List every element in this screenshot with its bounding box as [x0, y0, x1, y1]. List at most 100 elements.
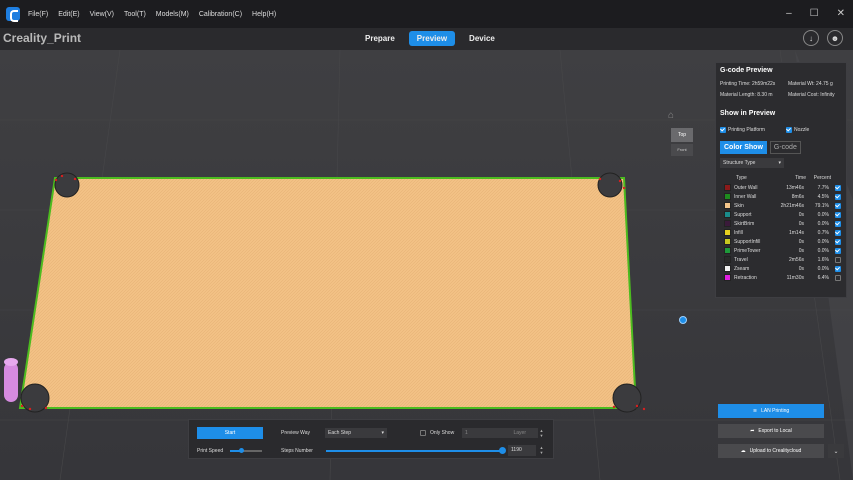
color-swatch[interactable] — [724, 220, 731, 227]
table-rows: Outer Wall 13m46s 7.7% Inner Wall 8m6s 4.5% Sk… — [720, 183, 844, 282]
type-time: 0s — [798, 220, 804, 227]
type-visibility — [829, 265, 843, 272]
export-local-button[interactable]: ➦ Export to Local — [718, 424, 824, 438]
type-percent: 7.7% — [817, 184, 829, 191]
type-percent: 0.0% — [817, 247, 829, 254]
menu-tool[interactable]: Tool(T) — [124, 11, 146, 18]
menu-view[interactable]: View(V) — [90, 11, 114, 18]
print-speed-handle[interactable] — [238, 448, 244, 453]
type-visibility — [829, 229, 843, 236]
printing-platform-label: Printing Platform — [728, 127, 765, 133]
type-name: Support — [734, 211, 752, 218]
type-percent: 1.6% — [817, 256, 829, 263]
color-swatch[interactable] — [724, 256, 731, 263]
type-checkbox[interactable] — [835, 256, 841, 263]
type-visibility — [829, 184, 843, 191]
menu-calibration[interactable]: Calibration(C) — [199, 11, 242, 18]
steps-handle[interactable] — [498, 447, 506, 454]
printing-platform-checkbox[interactable] — [720, 127, 726, 133]
layer-spinner[interactable]: ▲ ▼ — [538, 428, 545, 439]
type-checkbox[interactable] — [835, 211, 841, 218]
color-swatch[interactable] — [724, 202, 731, 209]
view-cube-top[interactable]: Top — [671, 128, 693, 142]
bed-corner-clip — [597, 172, 623, 198]
nozzle-option[interactable]: Nozzle — [786, 127, 809, 133]
color-swatch[interactable] — [724, 265, 731, 272]
menu-models[interactable]: Models(M) — [156, 11, 189, 18]
tab-preview[interactable]: Preview — [408, 31, 456, 46]
type-checkbox[interactable] — [835, 265, 841, 272]
tab-color-show[interactable]: Color Show — [720, 141, 767, 154]
type-checkbox[interactable] — [835, 184, 841, 191]
cloud-icon: ☁ — [740, 448, 746, 454]
type-checkbox[interactable] — [835, 220, 841, 227]
color-swatch[interactable] — [724, 184, 731, 191]
color-swatch[interactable] — [724, 247, 731, 254]
tab-device[interactable]: Device — [461, 31, 503, 46]
home-view-icon[interactable]: ⌂ — [668, 110, 674, 121]
type-checkbox[interactable] — [835, 229, 841, 236]
structure-type-value: Structure Type — [723, 160, 756, 166]
type-name: Outer Wall — [734, 184, 758, 191]
structure-type-select[interactable]: Structure Type ▾ — [720, 158, 784, 168]
type-percent: 4.5% — [817, 193, 829, 200]
table-row: Inner Wall 8m6s 4.5% — [720, 192, 844, 201]
title-bar: File(F) Edit(E) View(V) Tool(T) Models(M… — [0, 0, 853, 28]
preview-way-select[interactable]: Each Step ▾ — [325, 428, 387, 438]
download-icon[interactable]: ↓ — [803, 30, 819, 46]
gcode-preview-panel: G-code Preview Printing Time: 2h59m22s M… — [715, 62, 847, 298]
type-time: 2h21m46s — [780, 202, 804, 209]
wifi-icon: ≋ — [752, 408, 758, 414]
menu-help[interactable]: Help(H) — [252, 11, 276, 18]
chevron-down-icon: ▾ — [381, 430, 384, 436]
chevron-down-icon: ▾ — [778, 160, 781, 166]
only-show-layer-field[interactable]: 1 Layer — [462, 428, 538, 438]
color-swatch[interactable] — [724, 193, 731, 200]
type-checkbox[interactable] — [835, 274, 841, 281]
close-button[interactable]: ✕ — [837, 8, 845, 19]
printing-platform-option[interactable]: Printing Platform — [720, 127, 765, 133]
header-type: Type — [736, 175, 747, 181]
color-swatch[interactable] — [724, 238, 731, 245]
maximize-button[interactable]: ☐ — [810, 8, 819, 19]
steps-slider[interactable] — [326, 447, 506, 454]
structure-type-table: Type Time Percent Outer Wall 13m46s 7.7% In… — [720, 173, 844, 282]
type-percent: 0.0% — [817, 265, 829, 272]
color-swatch[interactable] — [724, 211, 731, 218]
steps-fill — [326, 450, 502, 452]
start-button[interactable]: Start — [197, 427, 263, 439]
color-swatch[interactable] — [724, 229, 731, 236]
tab-gcode[interactable]: G-code — [769, 141, 801, 154]
type-checkbox[interactable] — [835, 247, 841, 254]
print-speed-slider[interactable] — [230, 448, 262, 453]
tab-prepare[interactable]: Prepare — [357, 31, 403, 46]
menu-file[interactable]: File(F) — [28, 11, 48, 18]
nozzle-checkbox[interactable] — [786, 127, 792, 133]
upload-cloud-button[interactable]: ☁ Upload to Crealitycloud — [718, 444, 824, 458]
type-name: PrimeTower — [734, 247, 761, 254]
user-icon[interactable]: ☻ — [827, 30, 843, 46]
table-row: Outer Wall 13m46s 7.7% — [720, 183, 844, 192]
lan-printing-button[interactable]: ≋ LAN Printing — [718, 404, 824, 418]
steps-spinner[interactable]: ▲ ▼ — [538, 445, 545, 456]
type-time: 8m6s — [791, 193, 804, 200]
share-arrow-icon: ➦ — [750, 428, 755, 434]
steps-number-input[interactable]: 1190 — [508, 445, 536, 456]
menu-edit[interactable]: Edit(E) — [58, 11, 79, 18]
only-show-checkbox[interactable] — [420, 430, 426, 436]
minimize-button[interactable]: – — [786, 8, 792, 19]
type-checkbox[interactable] — [835, 202, 841, 209]
chevron-down-icon: ⌄ — [833, 448, 839, 455]
type-visibility — [829, 202, 843, 209]
view-cube[interactable]: Top Front — [671, 128, 693, 158]
lan-printing-label: LAN Printing — [761, 408, 790, 414]
table-row: Skin 2h21m46s 79.1% — [720, 201, 844, 210]
color-swatch[interactable] — [724, 274, 731, 281]
view-cube-front[interactable]: Front — [671, 144, 693, 156]
type-checkbox[interactable] — [835, 193, 841, 200]
type-checkbox[interactable] — [835, 238, 841, 245]
steps-number-label: Steps Number — [281, 448, 313, 454]
type-time: 13m46s — [786, 184, 804, 191]
more-options-button[interactable]: ⌄ — [828, 444, 844, 458]
type-name: Skin — [734, 202, 744, 209]
